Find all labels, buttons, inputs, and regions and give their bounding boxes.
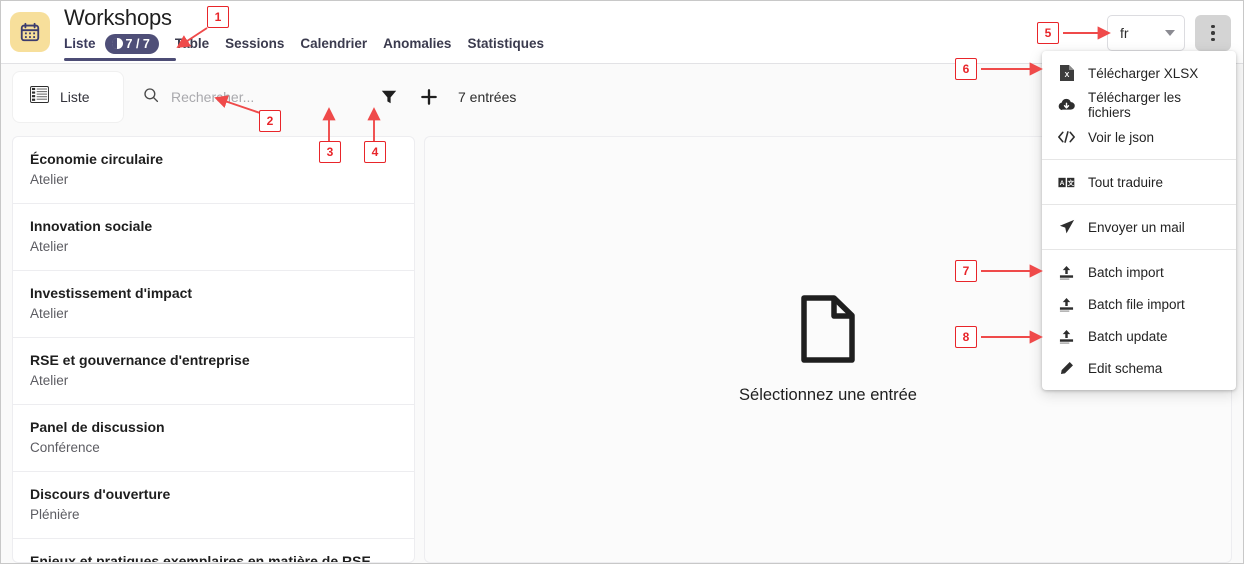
annotation-marker-1: 1 [207,6,229,28]
annotation-marker-8: 8 [955,326,977,348]
annotation-marker-2: 2 [259,110,281,132]
annotation-marker-5: 5 [1037,22,1059,44]
annotation-marker-4: 4 [364,141,386,163]
annotation-marker-7: 7 [955,260,977,282]
annotation-marker-3: 3 [319,141,341,163]
annotation-arrows [1,1,1244,564]
annotation-marker-6: 6 [955,58,977,80]
app-window: Workshops Liste 7 / 7 Table Sessions Cal… [0,0,1244,564]
